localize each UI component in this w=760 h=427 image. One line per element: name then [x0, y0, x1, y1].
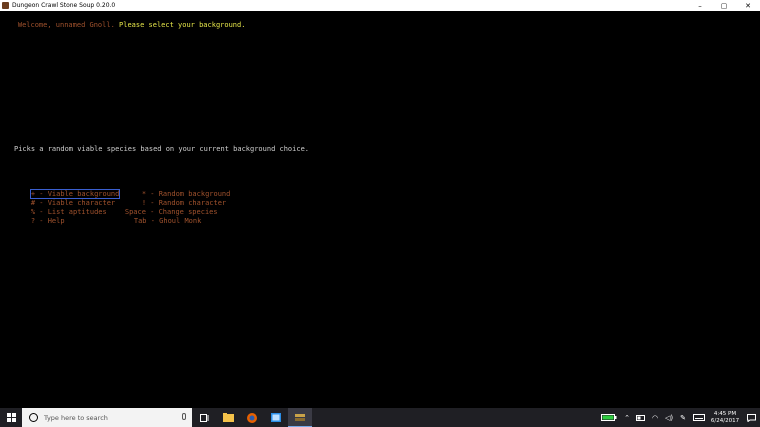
- chevron-up-icon: ⌃: [624, 413, 630, 422]
- wifi-icon: ◠: [651, 413, 659, 422]
- minimize-button[interactable]: –: [688, 0, 712, 11]
- pen-icon: ✎: [680, 413, 686, 422]
- firefox-button[interactable]: [240, 408, 264, 427]
- action-center-button[interactable]: [742, 408, 760, 427]
- microphone-icon[interactable]: [182, 413, 186, 420]
- taskbar-clock[interactable]: 4:45 PM 6/24/2017: [708, 411, 742, 425]
- battery-charging-icon: [601, 414, 617, 421]
- folder-icon: [222, 413, 234, 422]
- keyboard-icon: [693, 414, 705, 421]
- notification-icon: [746, 413, 756, 422]
- ghoul-monk-option[interactable]: Tab - Ghoul Monk: [117, 208, 201, 235]
- welcome-text: Welcome, unnamed Gnoll.: [17, 21, 115, 29]
- battery-icon: [636, 414, 645, 421]
- maximize-button[interactable]: ▢: [712, 0, 736, 11]
- show-hidden-icons-button[interactable]: ⌃: [620, 408, 634, 427]
- pen-workspace-button[interactable]: ✎: [676, 408, 690, 427]
- clock-time: 4:45 PM: [713, 410, 737, 417]
- dcss-taskbar-button[interactable]: [288, 408, 312, 427]
- app-icon: [2, 2, 9, 9]
- touch-keyboard-button[interactable]: [690, 408, 708, 427]
- photos-button[interactable]: [264, 408, 288, 427]
- window-titlebar: Dungeon Crawl Stone Soup 0.20.0 – ▢ ✕: [0, 0, 760, 11]
- task-view-icon: [199, 413, 208, 422]
- battery-button[interactable]: [634, 408, 648, 427]
- photos-icon: [271, 413, 281, 422]
- speaker-icon: ◁): [664, 413, 674, 422]
- dcss-icon: [295, 413, 305, 421]
- network-button[interactable]: ◠: [648, 408, 662, 427]
- system-tray: ⌃ ◠ ◁) ✎ 4:45 PM 6/24/2017: [598, 408, 760, 427]
- taskbar-search[interactable]: Type here to search: [22, 408, 192, 427]
- background-description: Picks a random viable species based on y…: [14, 145, 310, 153]
- window-controls: – ▢ ✕: [688, 0, 760, 11]
- prompt-text: Please select your background.: [114, 21, 246, 29]
- window-title: Dungeon Crawl Stone Soup 0.20.0: [12, 2, 116, 9]
- taskbar: Type here to search ⌃ ◠ ◁) ✎ 4:45 PM 6/2…: [0, 408, 760, 427]
- volume-button[interactable]: ◁): [662, 408, 676, 427]
- file-explorer-button[interactable]: [216, 408, 240, 427]
- close-button[interactable]: ✕: [736, 0, 760, 11]
- clock-date: 6/24/2017: [710, 417, 740, 424]
- task-view-button[interactable]: [192, 408, 216, 427]
- start-button[interactable]: [0, 408, 22, 427]
- welcome-line: Welcome, unnamed Gnoll. Please select yo…: [1, 12, 246, 39]
- search-placeholder: Type here to search: [44, 413, 108, 422]
- game-console[interactable]: Welcome, unnamed Gnoll. Please select yo…: [0, 11, 760, 408]
- cortana-icon: [29, 413, 38, 422]
- help-option[interactable]: ? - Help: [14, 208, 65, 235]
- windows-icon: [6, 413, 16, 422]
- firefox-icon: [247, 412, 257, 423]
- battery-charging-button[interactable]: [598, 408, 620, 427]
